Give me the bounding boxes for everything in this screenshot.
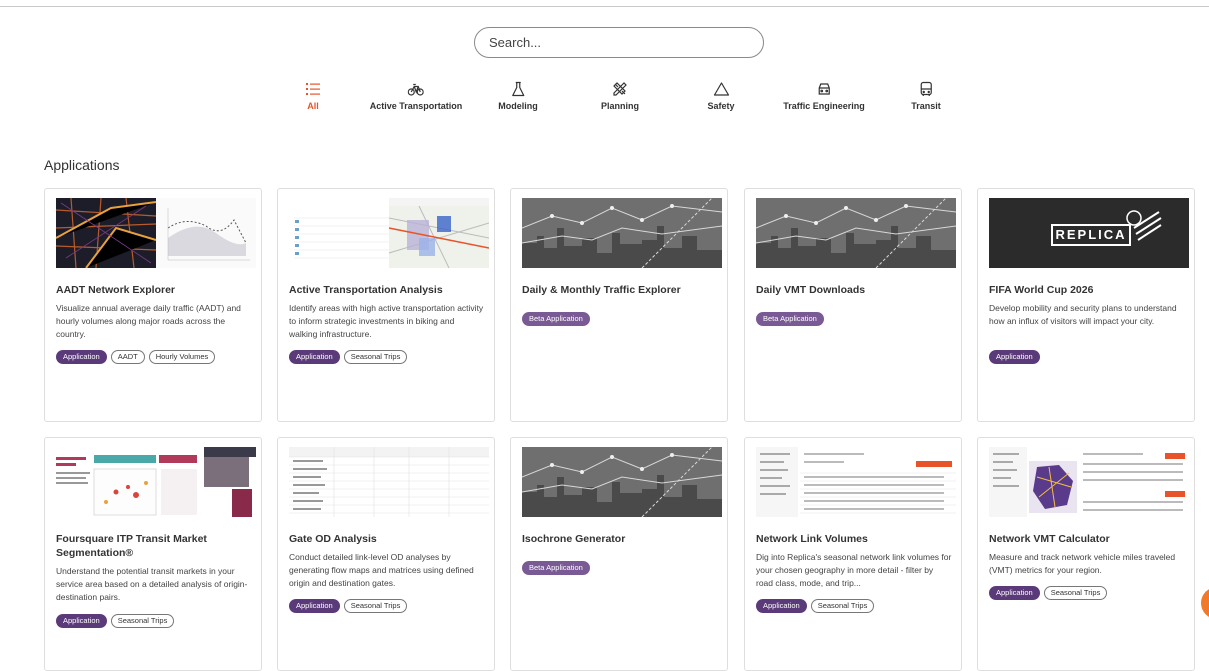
filter-planning[interactable]: Planning bbox=[601, 81, 639, 111]
card-title: Active Transportation Analysis bbox=[289, 284, 443, 296]
category-filter-bar: All Active Transportation Modeling Plann… bbox=[0, 81, 1209, 113]
filter-modeling[interactable]: Modeling bbox=[498, 81, 538, 111]
card-thumbnail bbox=[756, 447, 956, 517]
bus-icon bbox=[920, 81, 932, 96]
filter-all-label: All bbox=[307, 101, 319, 111]
tag-hourly-volumes[interactable]: Hourly Volumes bbox=[148, 350, 216, 364]
card-title: Network Link Volumes bbox=[756, 533, 868, 545]
card-title: Daily & Monthly Traffic Explorer bbox=[522, 284, 681, 296]
card-title: AADT Network Explorer bbox=[56, 284, 176, 296]
filter-safety-label: Safety bbox=[707, 101, 735, 111]
tag-beta-application[interactable]: Beta Application bbox=[756, 312, 824, 326]
search-input[interactable] bbox=[474, 27, 764, 58]
filter-transit[interactable]: Transit bbox=[911, 81, 941, 111]
filter-traffic-engineering-label: Traffic Engineering bbox=[783, 101, 865, 111]
card-thumbnail bbox=[289, 198, 489, 268]
card-thumbnail bbox=[756, 198, 956, 268]
tag-application[interactable]: Application bbox=[756, 599, 807, 613]
filter-transit-label: Transit bbox=[911, 101, 941, 111]
flask-icon bbox=[511, 81, 525, 97]
card-tags: Application Seasonal Trips bbox=[289, 350, 408, 364]
tag-application[interactable]: Application bbox=[989, 586, 1040, 600]
card-thumbnail bbox=[289, 447, 489, 517]
tag-aadt[interactable]: AADT bbox=[110, 350, 145, 364]
card-title: FIFA World Cup 2026 bbox=[989, 284, 1094, 296]
app-card-foursquare-itp-transit-market-segmentation[interactable]: Foursquare ITP Transit Market Segmentati… bbox=[44, 437, 262, 671]
list-icon bbox=[306, 83, 320, 95]
tag-application[interactable]: Application bbox=[289, 599, 340, 613]
card-tags: Application Seasonal Trips bbox=[989, 586, 1108, 600]
card-thumbnail bbox=[989, 447, 1189, 517]
card-tags: Beta Application bbox=[522, 312, 590, 326]
tag-seasonal-trips[interactable]: Seasonal Trips bbox=[810, 599, 875, 613]
app-card-daily-monthly-traffic-explorer[interactable]: Daily & Monthly Traffic Explorer Beta Ap… bbox=[510, 188, 728, 422]
filter-active-transportation-label: Active Transportation bbox=[369, 101, 463, 111]
card-description: Develop mobility and security plans to u… bbox=[989, 303, 1177, 326]
card-title: Gate OD Analysis bbox=[289, 533, 377, 545]
filter-all[interactable]: All bbox=[305, 81, 321, 111]
tag-seasonal-trips[interactable]: Seasonal Trips bbox=[110, 614, 175, 628]
tag-seasonal-trips[interactable]: Seasonal Trips bbox=[343, 350, 408, 364]
card-description: Measure and track network vehicle miles … bbox=[989, 552, 1176, 575]
app-card-active-transportation-analysis[interactable]: Active Transportation Analysis Identify … bbox=[277, 188, 495, 422]
app-card-daily-vmt-downloads[interactable]: Daily VMT Downloads Beta Application bbox=[744, 188, 962, 422]
card-tags: Application bbox=[989, 350, 1040, 364]
card-tags: Application Seasonal Trips bbox=[756, 599, 875, 613]
tag-beta-application[interactable]: Beta Application bbox=[522, 561, 590, 575]
replica-logo: REPLICA bbox=[1055, 227, 1127, 242]
card-description: Visualize annual average daily traffic (… bbox=[56, 303, 241, 339]
tag-application[interactable]: Application bbox=[989, 350, 1040, 364]
top-divider bbox=[0, 6, 1209, 7]
card-tags: Beta Application bbox=[756, 312, 824, 326]
tag-beta-application[interactable]: Beta Application bbox=[522, 312, 590, 326]
card-title: Network VMT Calculator bbox=[989, 533, 1110, 545]
filter-active-transportation[interactable]: Active Transportation bbox=[369, 81, 463, 111]
chat-launcher-button[interactable] bbox=[1201, 587, 1209, 619]
app-card-fifa-world-cup-2026[interactable]: REPLICA FIFA World Cup 2026 Develop mobi… bbox=[977, 188, 1195, 422]
tag-application[interactable]: Application bbox=[289, 350, 340, 364]
app-card-gate-od-analysis[interactable]: Gate OD Analysis Conduct detailed link-l… bbox=[277, 437, 495, 671]
card-thumbnail bbox=[56, 198, 256, 268]
app-card-network-link-volumes[interactable]: Network Link Volumes Dig into Replica's … bbox=[744, 437, 962, 671]
card-tags: Application Seasonal Trips bbox=[289, 599, 408, 613]
card-tags: Application Seasonal Trips bbox=[56, 614, 175, 628]
app-card-aadt-network-explorer[interactable]: AADT Network Explorer Visualize annual a… bbox=[44, 188, 262, 422]
car-icon bbox=[818, 83, 830, 95]
tag-seasonal-trips[interactable]: Seasonal Trips bbox=[1043, 586, 1108, 600]
card-title: Foursquare ITP Transit Market Segmentati… bbox=[56, 533, 207, 559]
card-title: Daily VMT Downloads bbox=[756, 284, 866, 296]
app-card-network-vmt-calculator[interactable]: Network VMT Calculator Measure and track… bbox=[977, 437, 1195, 671]
card-title: Isochrone Generator bbox=[522, 533, 626, 545]
filter-traffic-engineering[interactable]: Traffic Engineering bbox=[783, 81, 865, 111]
warning-triangle-icon bbox=[713, 82, 729, 96]
card-description: Dig into Replica's seasonal network link… bbox=[756, 552, 952, 588]
card-description: Conduct detailed link-level OD analyses … bbox=[289, 552, 474, 588]
card-tags: Beta Application bbox=[522, 561, 590, 575]
filter-planning-label: Planning bbox=[601, 101, 639, 111]
card-thumbnail bbox=[522, 447, 722, 517]
card-thumbnail bbox=[56, 447, 256, 517]
tag-application[interactable]: Application bbox=[56, 614, 107, 628]
filter-safety[interactable]: Safety bbox=[707, 81, 735, 111]
card-description: Identify areas with high active transpor… bbox=[289, 303, 484, 339]
card-tags: Application AADT Hourly Volumes bbox=[56, 350, 216, 364]
section-title: Applications bbox=[44, 157, 120, 173]
tag-seasonal-trips[interactable]: Seasonal Trips bbox=[343, 599, 408, 613]
card-thumbnail: REPLICA bbox=[989, 198, 1189, 268]
card-thumbnail bbox=[522, 198, 722, 268]
tag-application[interactable]: Application bbox=[56, 350, 107, 364]
pencil-ruler-icon bbox=[613, 82, 627, 96]
bicycle-icon bbox=[408, 83, 424, 96]
app-card-isochrone-generator[interactable]: Isochrone Generator Beta Application bbox=[510, 437, 728, 671]
card-description: Understand the potential transit markets… bbox=[56, 566, 248, 602]
filter-modeling-label: Modeling bbox=[498, 101, 538, 111]
